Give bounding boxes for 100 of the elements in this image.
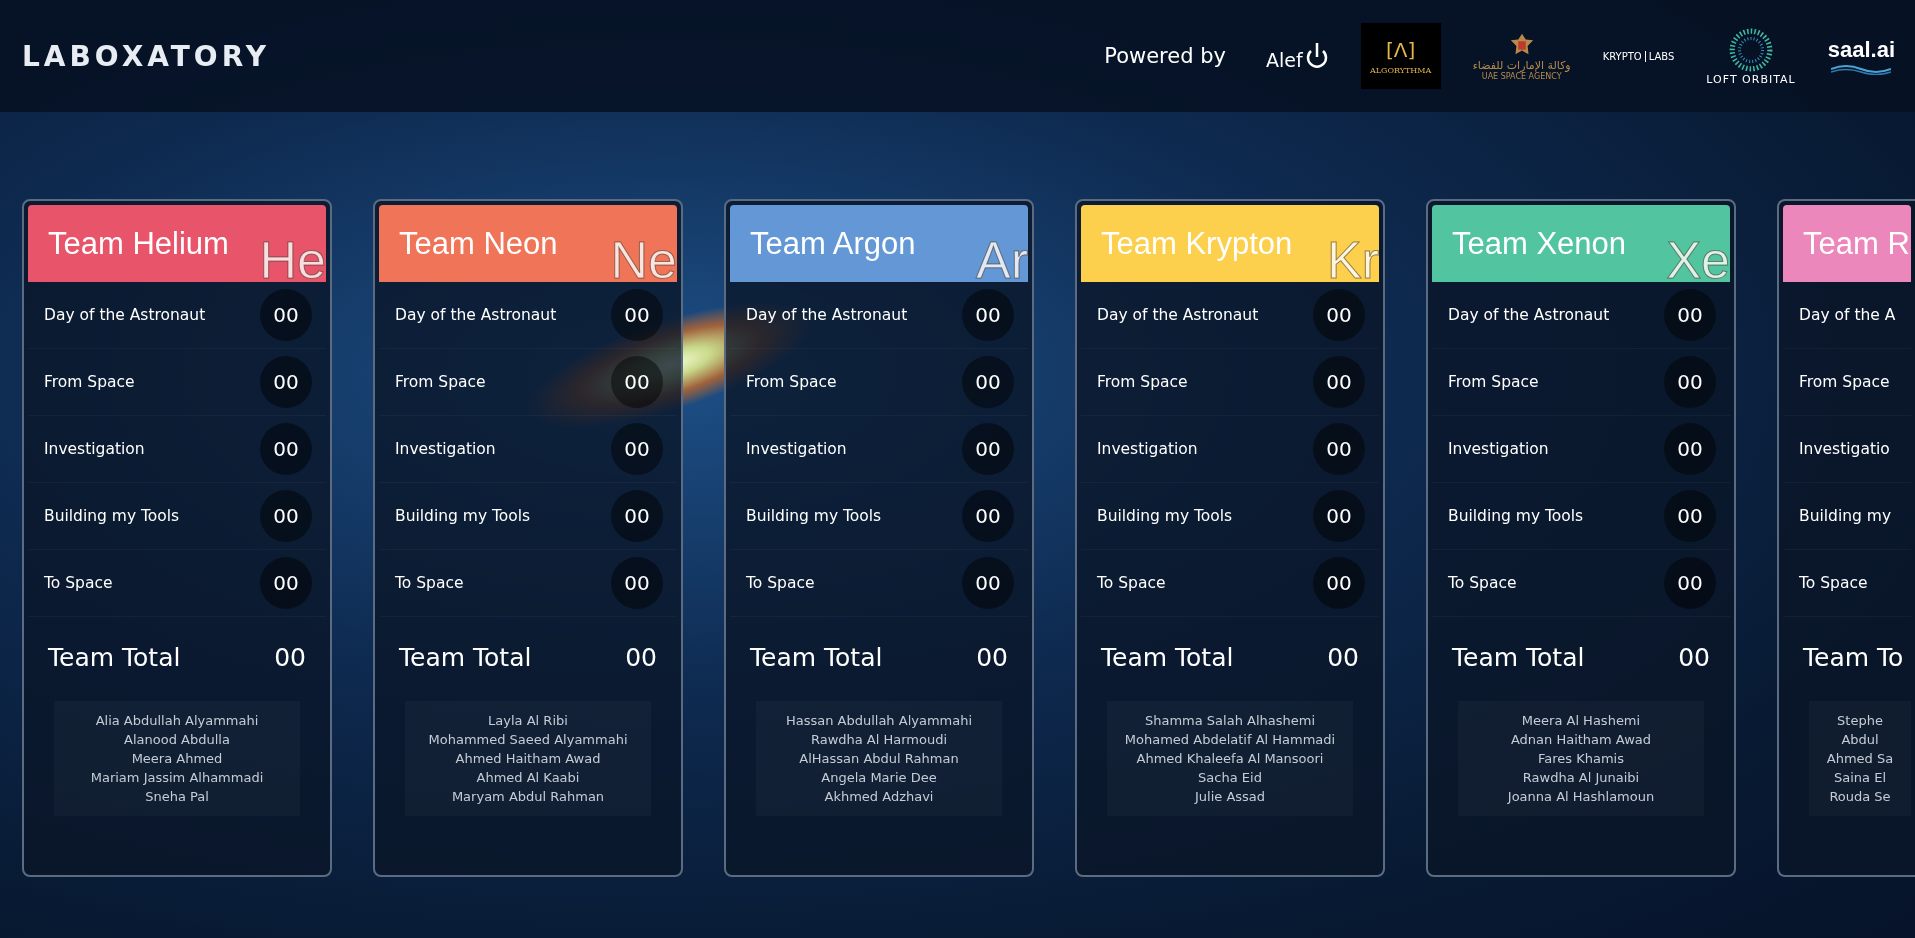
category-label: Day of the Astronaut [395, 306, 557, 324]
partner-logo-text: LOFT ORBITAL [1706, 72, 1796, 86]
member-name: Rouda Se [1829, 789, 1891, 804]
score-badge: 00 [1313, 423, 1365, 475]
power-icon [1304, 41, 1329, 71]
score-badge: 00 [260, 423, 312, 475]
member-name: Angela Marie Dee [821, 770, 937, 785]
category-label: Building my Tools [1448, 507, 1584, 525]
score-badge: 00 [962, 356, 1014, 408]
partner-logo-text: saal.ai [1827, 37, 1895, 63]
category-label: From Space [44, 373, 135, 391]
member-name: Ahmed Al Kaabi [476, 770, 580, 785]
score-badge: 00 [962, 490, 1014, 542]
member-name: Rawdha Al Harmoudi [810, 732, 948, 747]
category-label: Investigation [395, 440, 496, 458]
team-total-value: 00 [976, 642, 1008, 672]
score-badge: 00 [1313, 356, 1365, 408]
category-label: To Space [44, 574, 113, 592]
partner-logo-text: LABS [1644, 50, 1675, 62]
partner-logo: [Λ] ALGORYTHMA [1360, 23, 1441, 89]
category-label: Investigation [1448, 440, 1549, 458]
member-name: Adnan Haitham Awad [1510, 732, 1652, 747]
member-name: Mohammed Saeed Alyammahi [428, 732, 628, 747]
member-name: Ahmed Sa [1826, 751, 1894, 766]
wave-icon [1831, 63, 1892, 75]
score-badge: 00 [260, 557, 312, 609]
category-label: Investigatio [1799, 440, 1890, 458]
team-total-value: 00 [274, 642, 306, 672]
category-label: Investigation [44, 440, 145, 458]
member-name: Alia Abdullah Alyammahi [95, 713, 259, 728]
member-name: Shamma Salah Alhashemi [1144, 713, 1316, 728]
member-name: Ahmed Haitham Awad [455, 751, 601, 766]
category-label: From Space [395, 373, 486, 391]
category-label: To Space [746, 574, 815, 592]
score-badge: 00 [1313, 490, 1365, 542]
category-label: To Space [1799, 574, 1868, 592]
logo-text: LABOXATORY [22, 39, 270, 73]
category-label: Day of the Astronaut [746, 306, 908, 324]
category-label: From Space [1448, 373, 1539, 391]
member-name: Fares Khamis [1538, 751, 1624, 766]
member-name: AlHassan Abdul Rahman [799, 751, 959, 766]
member-name: Maryam Abdul Rahman [451, 789, 605, 804]
score-badge: 00 [611, 490, 663, 542]
member-name: Hassan Abdullah Alyammahi [785, 713, 973, 728]
team-header: Team Neon Ne [379, 205, 677, 282]
team-total-label: Team Total [1452, 642, 1585, 672]
member-name: Joanna Al Hashlamoun [1507, 789, 1655, 804]
category-label: From Space [1097, 373, 1188, 391]
member-name: Sneha Pal [145, 789, 209, 804]
score-badge: 00 [1664, 289, 1716, 341]
category-label: To Space [1097, 574, 1166, 592]
partner-logo-text: Alef [1265, 49, 1303, 71]
category-label: Building my Tools [44, 507, 180, 525]
member-name: Stephe [1837, 713, 1883, 728]
dotted-ring-icon [1728, 26, 1775, 73]
category-label: To Space [1448, 574, 1517, 592]
team-total-value: 00 [1327, 642, 1359, 672]
team-header: Team R [1783, 205, 1911, 282]
team-total-label: Team To [1803, 642, 1904, 672]
score-badge: 00 [611, 356, 663, 408]
category-label: From Space [746, 373, 837, 391]
member-name: Mohamed Abdelatif Al Hammadi [1124, 732, 1336, 747]
member-name: Mariam Jassim Alhammadi [90, 770, 264, 785]
score-badge: 00 [1664, 557, 1716, 609]
score-badge: 00 [962, 289, 1014, 341]
category-label: Day of the Astronaut [1448, 306, 1610, 324]
category-label: Day of the Astronaut [44, 306, 206, 324]
member-name: Julie Assad [1194, 789, 1266, 804]
member-name: Meera Ahmed [131, 751, 223, 766]
team-header: Team Helium He [28, 205, 326, 282]
team-header: Team Xenon Xe [1432, 205, 1730, 282]
score-badge: 00 [611, 289, 663, 341]
partner-logo-text: KRYPTO [1602, 50, 1642, 62]
score-badge: 00 [260, 289, 312, 341]
score-badge: 00 [260, 490, 312, 542]
score-badge: 00 [1664, 423, 1716, 475]
category-label: Building my Tools [746, 507, 882, 525]
score-badge: 00 [611, 557, 663, 609]
score-badge: 00 [962, 423, 1014, 475]
score-badge: 00 [1313, 289, 1365, 341]
member-name: Akhmed Adzhavi [824, 789, 934, 804]
score-badge: 00 [1664, 490, 1716, 542]
category-label: Building my [1799, 507, 1892, 525]
team-total-label: Team Total [48, 642, 181, 672]
member-name: Saina El [1834, 770, 1886, 785]
member-name: Sacha Eid [1198, 770, 1262, 785]
category-label: Investigation [746, 440, 847, 458]
category-label: Investigation [1097, 440, 1198, 458]
score-badge: 00 [260, 356, 312, 408]
category-label: Building my Tools [395, 507, 531, 525]
partner-logo-text: وكالة الإمارات للفضاء [1472, 59, 1571, 72]
member-name: Meera Al Hashemi [1521, 713, 1641, 728]
team-total-label: Team Total [750, 642, 883, 672]
category-label: Day of the A [1799, 306, 1896, 324]
powered-by-text: Powered by [1104, 44, 1226, 68]
score-badge: 00 [1313, 557, 1365, 609]
team-total-value: 00 [1678, 642, 1710, 672]
score-badge: 00 [1664, 356, 1716, 408]
category-label: From Space [1799, 373, 1890, 391]
category-label: Building my Tools [1097, 507, 1233, 525]
